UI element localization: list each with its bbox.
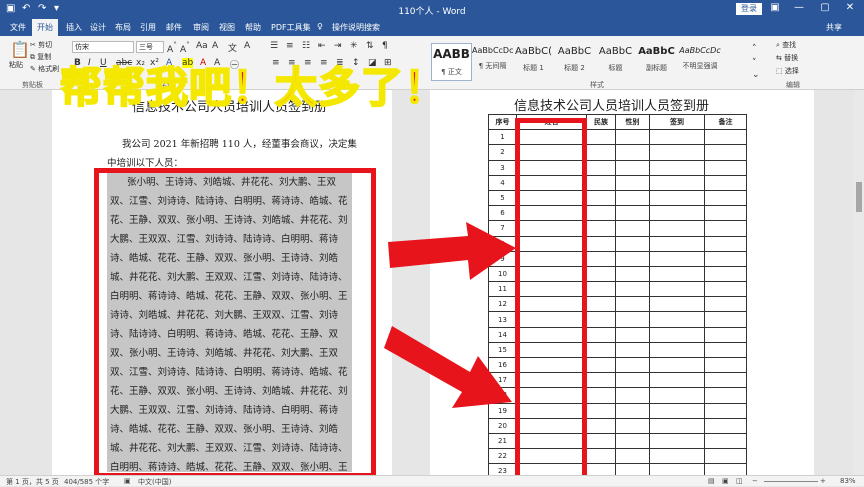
style-subtitle[interactable]: AaBbC 副标题 [636, 43, 677, 81]
annotation-banner: 帮帮我吧！太多了！ [59, 62, 448, 113]
document-title: 110个人 - Word [398, 7, 466, 17]
cut-label: 剪切 [38, 41, 53, 49]
selection-highlight-box [94, 168, 376, 478]
styles-scroll-down-icon[interactable]: ˅ [752, 58, 757, 68]
style-heading-1[interactable]: AaBbC( 标题 1 [513, 43, 554, 81]
replace-label: 替换 [784, 54, 799, 62]
tab-file[interactable]: 文件 [10, 22, 26, 33]
copy-label: 复制 [37, 53, 52, 61]
sort-icon[interactable]: ⇅ [366, 41, 374, 51]
styles-group-label: 样式 [590, 81, 604, 89]
change-case-icon[interactable]: Aa [196, 41, 208, 51]
find-button[interactable]: ⌕ 查找 [776, 40, 796, 50]
tab-review[interactable]: 审阅 [193, 22, 209, 33]
style-sample: AaBbC [598, 46, 633, 57]
tab-design[interactable]: 设计 [90, 22, 106, 33]
zoom-out-icon[interactable]: − [752, 477, 758, 485]
share-button[interactable]: 共享 [826, 22, 842, 33]
find-label: 查找 [782, 41, 797, 49]
style-name: 副标题 [646, 64, 667, 72]
font-size-dropdown[interactable]: 三号 [136, 41, 164, 53]
style-sample: AaBbCcDc [679, 46, 721, 55]
read-mode-icon[interactable]: ▤ [708, 477, 715, 485]
style-subtle-emphasis[interactable]: AaBbCcDc 不明显强调 [677, 43, 723, 81]
lightbulb-icon: ♀ [317, 22, 323, 31]
bullets-icon[interactable]: ☰ [270, 41, 278, 51]
style-name: 标题 [608, 64, 623, 72]
zoom-level[interactable]: 83% [840, 477, 856, 485]
char-border-icon[interactable]: A [244, 41, 250, 51]
style-name: 标题 2 [564, 64, 585, 72]
tab-references[interactable]: 引用 [140, 22, 156, 33]
style-name: ¶ 无间隔 [478, 62, 507, 70]
chinese-layout-icon[interactable]: ✳ [350, 41, 358, 51]
tab-pdf-tools[interactable]: PDF工具集 [271, 22, 311, 33]
clipboard-group-label: 剪贴板 [22, 81, 43, 89]
style-sample: AaBbCcDc [472, 46, 513, 55]
select-label: 选择 [784, 67, 799, 75]
decrease-indent-icon[interactable]: ⇤ [318, 41, 326, 51]
tab-view[interactable]: 视图 [219, 22, 235, 33]
style-name: 标题 1 [523, 64, 544, 72]
shrink-font-icon[interactable]: A˅ [180, 41, 190, 55]
copy-button[interactable]: ⧉ 复制 [30, 52, 51, 62]
login-button[interactable]: 登录 [736, 3, 762, 15]
arrow-lower [384, 326, 512, 408]
style-no-spacing[interactable]: AaBbCcDc ¶ 无间隔 [472, 43, 513, 81]
editing-group-label: 编辑 [786, 81, 800, 89]
tell-me-search[interactable]: 操作说明搜索 [332, 22, 380, 33]
increase-indent-icon[interactable]: ⇥ [334, 41, 342, 51]
grow-font-icon[interactable]: A˄ [167, 41, 177, 55]
font-name-dropdown[interactable]: 仿宋 [72, 41, 134, 53]
style-heading-2[interactable]: AaBbC 标题 2 [554, 43, 595, 81]
scrollbar-thumb[interactable] [856, 182, 862, 212]
vertical-scrollbar[interactable] [854, 90, 864, 475]
ribbon-options-icon[interactable]: ▣ [768, 2, 782, 13]
close-button[interactable]: ✕ [843, 2, 857, 13]
styles-scroll-up-icon[interactable]: ˄ [752, 44, 757, 54]
style-title[interactable]: AaBbC 标题 [595, 43, 636, 81]
style-sample: AaBbC [557, 46, 592, 57]
restore-button[interactable]: ▢ [818, 2, 832, 13]
status-bar: 第 1 页，共 5 页 404/585 个字 ▣ 中文(中国) ▤ ▣ ◫ − … [0, 475, 864, 486]
cut-button[interactable]: ✂ 剪切 [30, 40, 52, 50]
style-name: 不明显强调 [682, 62, 718, 70]
name-column-highlight-box [515, 118, 587, 480]
multilevel-list-icon[interactable]: ☷ [302, 41, 310, 51]
numbering-icon[interactable]: ≡ [286, 41, 294, 51]
zoom-in-icon[interactable]: + [820, 477, 826, 485]
zoom-slider[interactable] [764, 481, 818, 482]
style-sample: AaBbC [638, 46, 675, 57]
paste-icon[interactable]: 📋 [10, 40, 30, 59]
minimize-button[interactable]: — [792, 2, 806, 13]
show-marks-icon[interactable]: ¶ [382, 41, 388, 51]
tab-insert[interactable]: 插入 [66, 22, 82, 33]
web-layout-icon[interactable]: ◫ [736, 477, 743, 485]
tab-mailings[interactable]: 邮件 [166, 22, 182, 33]
proofing-icon[interactable]: ▣ [124, 477, 131, 485]
format-painter-label: 格式刷 [38, 65, 60, 73]
replace-button[interactable]: ⇆ 替换 [776, 53, 798, 63]
format-painter-button[interactable]: ✎ 格式刷 [30, 64, 59, 74]
ribbon-tabs: 文件 开始 插入 设计 布局 引用 邮件 审阅 视图 帮助 PDF工具集 ♀ 操… [0, 19, 864, 36]
tab-layout[interactable]: 布局 [115, 22, 131, 33]
tab-home[interactable]: 开始 [32, 19, 58, 36]
paste-button[interactable]: 粘贴 [9, 60, 23, 70]
title-bar: ▣ ↶ ↷ ▾ 110个人 - Word 登录 ▣ — ▢ ✕ [0, 0, 864, 19]
print-layout-icon[interactable]: ▣ [722, 477, 729, 485]
arrow-upper [388, 222, 516, 280]
clear-format-icon[interactable]: A [212, 41, 218, 51]
phonetic-guide-icon[interactable]: 文 [228, 41, 237, 54]
styles-more-icon[interactable]: ⌄ [752, 70, 760, 80]
select-button[interactable]: ⬚ 选择 [776, 66, 799, 76]
tab-help[interactable]: 帮助 [245, 22, 261, 33]
style-sample: AaBbC( [514, 46, 553, 57]
